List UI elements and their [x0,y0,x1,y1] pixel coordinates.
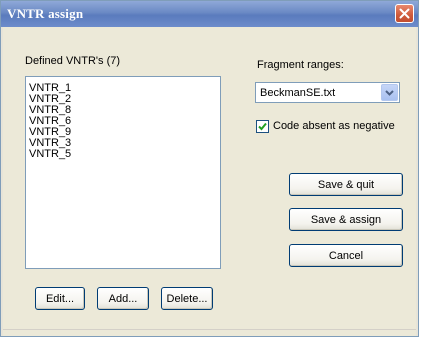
save-and-quit-button[interactable]: Save & quit [289,173,403,196]
vntr-listbox[interactable]: VNTR_1 VNTR_2 VNTR_8 VNTR_6 VNTR_9 VNTR_… [25,76,221,269]
save-and-assign-button[interactable]: Save & assign [289,208,403,231]
close-icon [399,8,410,19]
fragment-ranges-value: BeckmanSE.txt [260,87,336,99]
dialog-body: Defined VNTR's (7) VNTR_1 VNTR_2 VNTR_8 … [3,27,416,336]
list-item[interactable]: VNTR_5 [29,149,71,160]
add-button[interactable]: Add... [97,287,149,310]
cancel-button[interactable]: Cancel [289,244,403,267]
code-absent-checkbox[interactable] [256,120,269,133]
fragment-ranges-select[interactable]: BeckmanSE.txt [255,82,400,103]
delete-button[interactable]: Delete... [161,287,213,310]
fragment-ranges-label: Fragment ranges: [257,59,344,71]
bottom-divider [3,329,416,330]
window-title: VNTR assign [7,6,84,21]
vntr-assign-dialog: VNTR assign Defined VNTR's (7) VNTR_1 VN… [0,0,419,337]
chevron-down-icon [385,89,394,96]
close-button[interactable] [395,4,414,23]
edit-button[interactable]: Edit... [35,287,85,310]
checkmark-icon [258,122,267,131]
dropdown-arrow-button[interactable] [381,84,398,101]
code-absent-label[interactable]: Code absent as negative [273,120,395,132]
vntr-list-label: Defined VNTR's (7) [25,55,121,67]
title-bar[interactable]: VNTR assign [1,1,418,27]
